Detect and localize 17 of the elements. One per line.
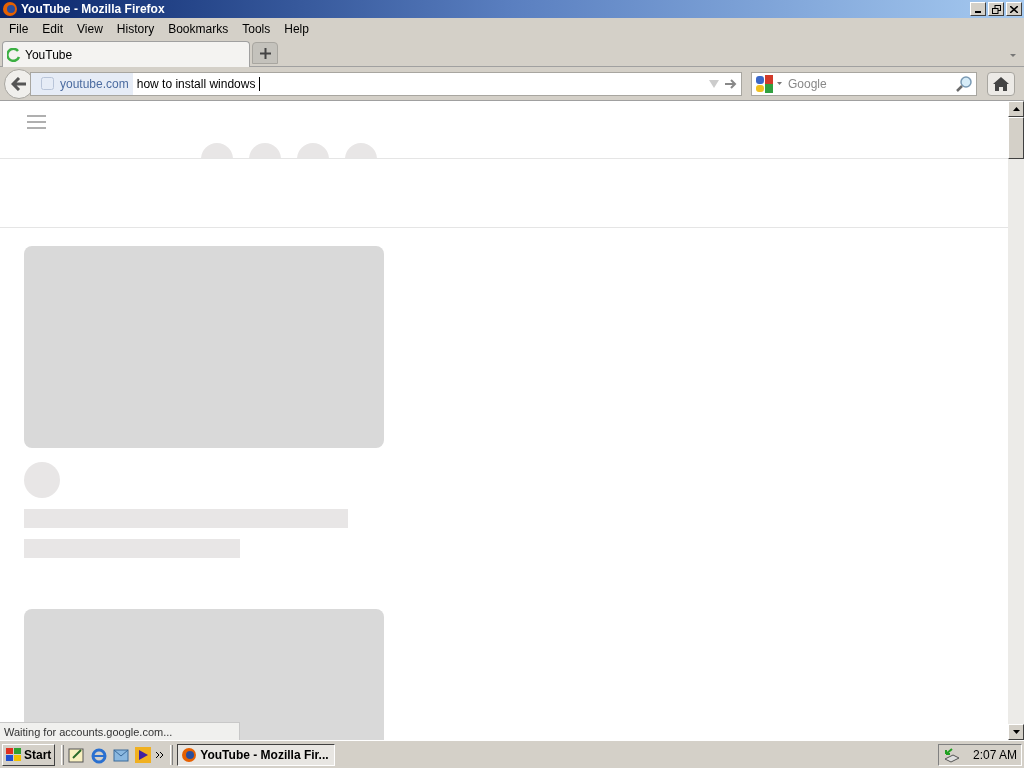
taskbar-button[interactable]: YouTube - Mozilla Fir... <box>177 743 336 766</box>
menu-item[interactable]: Edit <box>35 19 71 38</box>
search-field[interactable]: Google <box>751 71 977 96</box>
menu-item[interactable]: Bookmarks <box>161 19 236 38</box>
menu-item[interactable]: View <box>70 19 110 38</box>
start-button[interactable]: Start <box>2 743 56 766</box>
clock: 2:07 AM <box>972 746 1017 764</box>
window-title: YouTube - Mozilla Firefox <box>21 3 165 15</box>
menu-item[interactable]: File <box>2 19 36 38</box>
menu-item[interactable]: Tools <box>235 19 278 38</box>
menu-item[interactable]: Help <box>277 19 316 38</box>
browser-tab[interactable]: YouTube <box>2 41 250 67</box>
menu-item[interactable]: History <box>109 19 162 38</box>
search-input[interactable]: Google <box>788 74 956 93</box>
address-bar[interactable]: youtube.com how to install windows <box>30 71 742 96</box>
status-text: Waiting for accounts.google.com... <box>0 722 240 740</box>
url-text: how to install windows <box>136 75 257 93</box>
